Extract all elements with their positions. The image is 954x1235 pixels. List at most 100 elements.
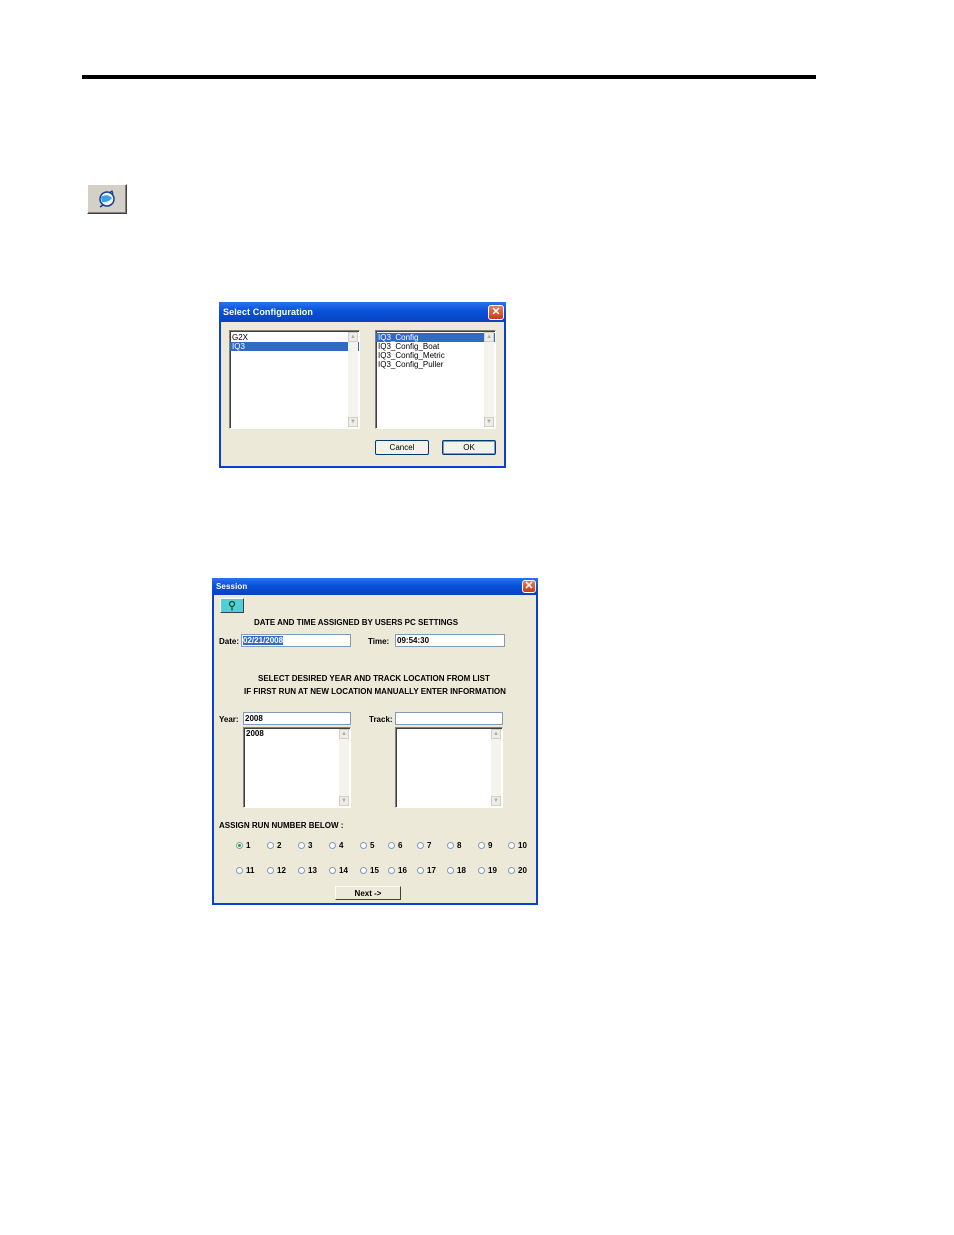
radio-label: 1: [246, 841, 251, 850]
radio-label: 3: [308, 841, 313, 850]
track-listbox[interactable]: ▲ ▼: [395, 727, 503, 808]
track-label: Track:: [369, 715, 393, 724]
year-field[interactable]: 2008: [243, 712, 351, 725]
radio-circle[interactable]: [267, 867, 274, 874]
radio-circle[interactable]: [388, 867, 395, 874]
run-radio-5[interactable]: 5: [360, 841, 374, 850]
run-radio-19[interactable]: 19: [478, 866, 497, 875]
list-item-selected[interactable]: IQ3: [230, 342, 359, 351]
product-listbox[interactable]: G2X IQ3 ▲ ▼: [229, 330, 360, 429]
run-radio-12[interactable]: 12: [267, 866, 286, 875]
radio-label: 12: [277, 866, 286, 875]
close-icon: ✕: [524, 580, 534, 592]
radio-circle[interactable]: [267, 842, 274, 849]
radio-circle[interactable]: [417, 867, 424, 874]
help-key-icon: [228, 600, 236, 610]
run-radio-3[interactable]: 3: [298, 841, 312, 850]
dialog-titlebar: Session ✕: [212, 578, 538, 595]
radio-circle[interactable]: [298, 842, 305, 849]
close-button[interactable]: ✕: [488, 304, 504, 320]
radio-circle[interactable]: [236, 867, 243, 874]
run-radio-16[interactable]: 16: [388, 866, 407, 875]
list-item-selected[interactable]: IQ3_Config: [376, 333, 495, 342]
radio-circle[interactable]: [478, 867, 485, 874]
run-number-heading: ASSIGN RUN NUMBER BELOW :: [219, 821, 344, 830]
run-radio-14[interactable]: 14: [329, 866, 348, 875]
scrollbar[interactable]: ▲ ▼: [339, 729, 349, 806]
list-item[interactable]: 2008: [244, 729, 350, 738]
close-icon: ✕: [491, 305, 501, 318]
close-button[interactable]: ✕: [522, 580, 536, 593]
radio-circle[interactable]: [417, 842, 424, 849]
radio-label: 5: [370, 841, 375, 850]
scrollbar[interactable]: ▲ ▼: [484, 332, 494, 427]
scrollbar[interactable]: ▲ ▼: [348, 332, 358, 427]
scroll-up-arrow-icon[interactable]: ▲: [348, 332, 358, 342]
radio-circle[interactable]: [447, 867, 454, 874]
scroll-up-arrow-icon[interactable]: ▲: [339, 729, 349, 739]
radio-circle[interactable]: [508, 842, 515, 849]
run-radio-2[interactable]: 2: [267, 841, 281, 850]
radio-label: 6: [398, 841, 403, 850]
radio-label: 15: [370, 866, 379, 875]
radio-label: 17: [427, 866, 436, 875]
time-field[interactable]: 09:54:30: [395, 634, 505, 647]
radio-label: 4: [339, 841, 344, 850]
year-listbox[interactable]: 2008 ▲ ▼: [243, 727, 351, 808]
run-radio-4[interactable]: 4: [329, 841, 343, 850]
configuration-globe-icon: [99, 190, 115, 208]
run-radio-8[interactable]: 8: [447, 841, 461, 850]
date-field[interactable]: 02/21/2008: [241, 634, 351, 647]
run-radio-1[interactable]: 1: [236, 841, 250, 850]
header-rule: [82, 75, 816, 79]
run-radio-15[interactable]: 15: [360, 866, 379, 875]
radio-label: 7: [427, 841, 432, 850]
scroll-down-arrow-icon[interactable]: ▼: [484, 417, 494, 427]
session-dialog: Session ✕ DATE AND TIME ASSIGNED BY USER…: [212, 578, 538, 905]
run-radio-7[interactable]: 7: [417, 841, 431, 850]
radio-circle[interactable]: [478, 842, 485, 849]
instruction-line-2: IF FIRST RUN AT NEW LOCATION MANUALLY EN…: [244, 687, 506, 696]
scrollbar[interactable]: ▲ ▼: [491, 729, 501, 806]
radio-circle[interactable]: [236, 842, 243, 849]
list-item[interactable]: IQ3_Config_Boat: [376, 342, 495, 351]
ok-button[interactable]: OK: [442, 440, 496, 455]
run-radio-20[interactable]: 20: [508, 866, 527, 875]
radio-label: 8: [457, 841, 462, 850]
radio-circle[interactable]: [329, 842, 336, 849]
list-item[interactable]: G2X: [230, 333, 359, 342]
configuration-listbox[interactable]: IQ3_Config IQ3_Config_Boat IQ3_Config_Me…: [375, 330, 496, 429]
date-label: Date:: [219, 637, 240, 646]
run-radio-18[interactable]: 18: [447, 866, 466, 875]
run-radio-10[interactable]: 10: [508, 841, 527, 850]
radio-label: 16: [398, 866, 407, 875]
scroll-down-arrow-icon[interactable]: ▼: [491, 796, 501, 806]
radio-circle[interactable]: [388, 842, 395, 849]
configuration-toolbar-button[interactable]: [87, 184, 127, 214]
cancel-button[interactable]: Cancel: [375, 440, 429, 455]
run-radio-6[interactable]: 6: [388, 841, 402, 850]
radio-circle[interactable]: [298, 867, 305, 874]
scroll-down-arrow-icon[interactable]: ▼: [348, 417, 358, 427]
list-item[interactable]: IQ3_Config_Puller: [376, 360, 495, 369]
run-radio-9[interactable]: 9: [478, 841, 492, 850]
instruction-line-1: SELECT DESIRED YEAR AND TRACK LOCATION F…: [258, 674, 490, 683]
next-button[interactable]: Next ->: [335, 886, 401, 900]
scroll-up-arrow-icon[interactable]: ▲: [484, 332, 494, 342]
radio-circle[interactable]: [360, 842, 367, 849]
scroll-up-arrow-icon[interactable]: ▲: [491, 729, 501, 739]
radio-circle[interactable]: [360, 867, 367, 874]
run-radio-13[interactable]: 13: [298, 866, 317, 875]
radio-circle[interactable]: [508, 867, 515, 874]
help-button[interactable]: [220, 598, 244, 613]
list-item[interactable]: IQ3_Config_Metric: [376, 351, 495, 360]
radio-circle[interactable]: [329, 867, 336, 874]
date-time-heading: DATE AND TIME ASSIGNED BY USERS PC SETTI…: [254, 618, 459, 627]
radio-label: 19: [488, 866, 497, 875]
radio-label: 13: [308, 866, 317, 875]
run-radio-17[interactable]: 17: [417, 866, 436, 875]
track-field[interactable]: [395, 712, 503, 725]
run-radio-11[interactable]: 11: [236, 866, 254, 875]
radio-circle[interactable]: [447, 842, 454, 849]
scroll-down-arrow-icon[interactable]: ▼: [339, 796, 349, 806]
